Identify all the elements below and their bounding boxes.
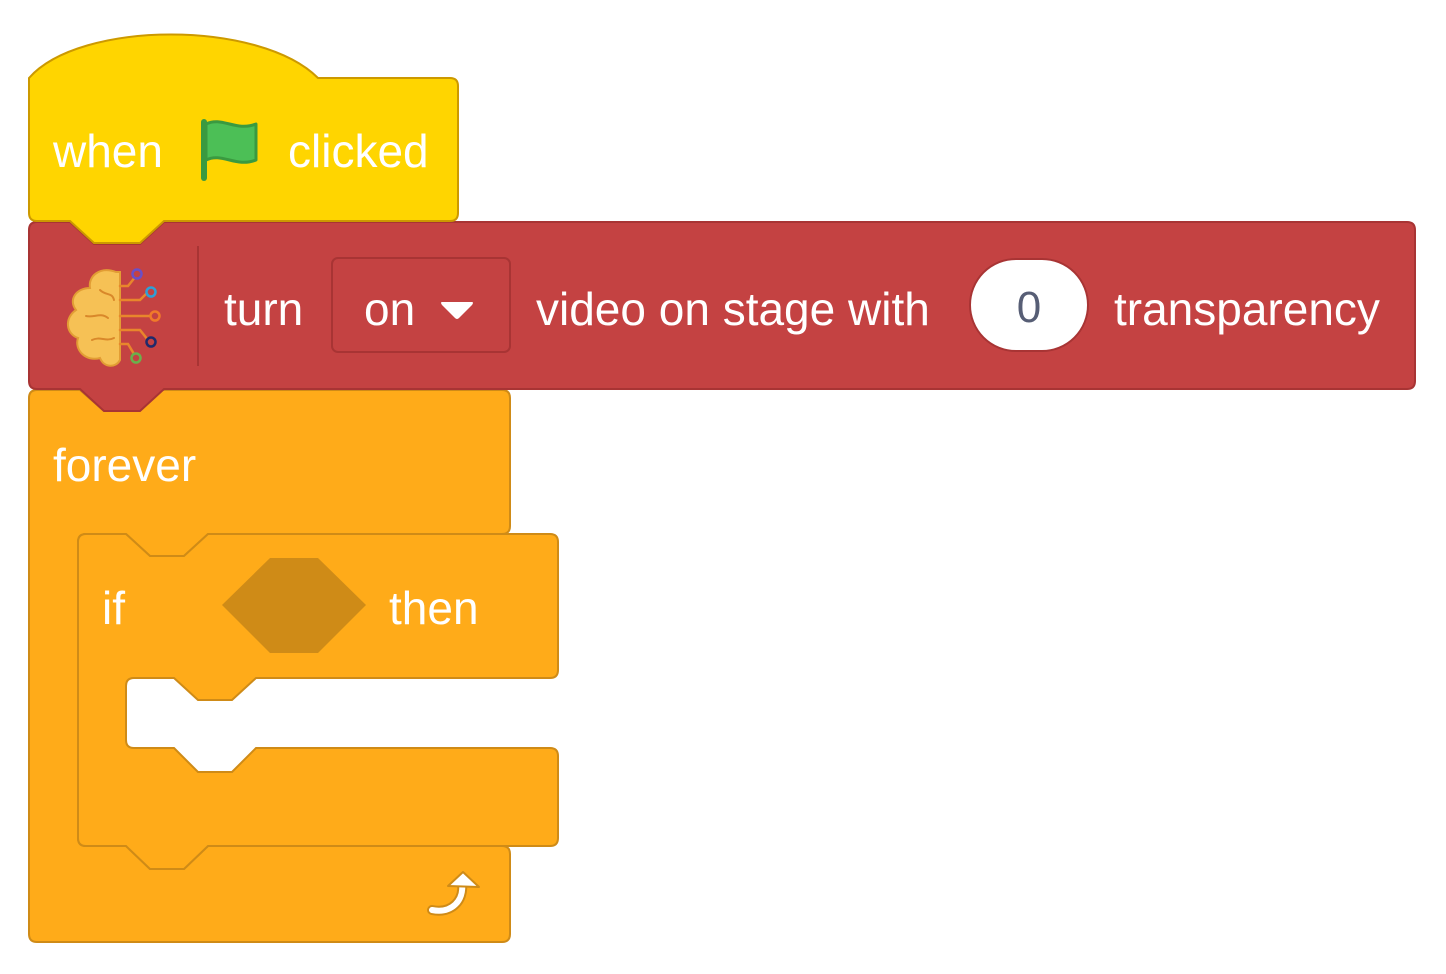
video-block[interactable] bbox=[28, 221, 1416, 412]
video-state-dropdown[interactable] bbox=[331, 257, 511, 353]
video-state-dropdown-value[interactable]: on bbox=[364, 286, 415, 332]
script-canvas bbox=[28, 33, 1416, 943]
transparency-input-value[interactable]: 0 bbox=[970, 286, 1088, 330]
